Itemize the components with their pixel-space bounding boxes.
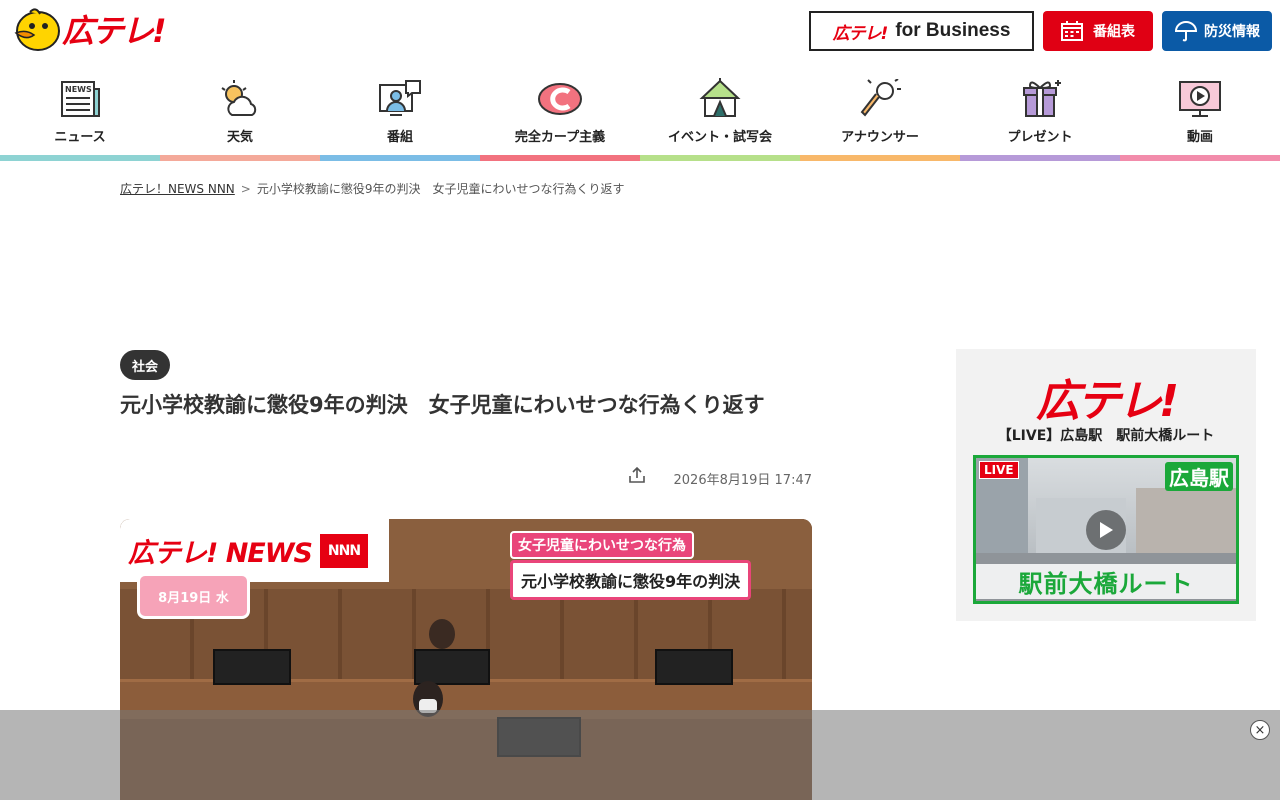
courtroom-monitor [414, 649, 490, 685]
nav-label: イベント・試写会 [667, 130, 772, 145]
ad-overlay [0, 710, 1280, 800]
disaster-label: 防災情報 [1204, 24, 1260, 40]
nav-item-news[interactable]: NEWS ニュース [0, 62, 160, 161]
breadcrumb: 広テレ！NEWS NNN > 元小学校教諭に懲役9年の判決 女子児童にわいせつな行為… [120, 180, 625, 197]
logo-text: 広テレ! [62, 12, 167, 50]
video-icon [1179, 81, 1221, 117]
nav-item-presents[interactable]: プレゼント [960, 62, 1120, 161]
site-logo[interactable]: 広テレ! [12, 4, 177, 54]
courtroom-monitor [213, 649, 291, 685]
nav-item-videos[interactable]: 動画 [1120, 62, 1280, 161]
business-label: for Business [895, 20, 1011, 41]
microphone-icon [860, 79, 901, 117]
nav-label: プレゼント [1007, 130, 1073, 145]
live-title[interactable]: 【LIVE】広島駅 駅前大橋ルート [956, 425, 1256, 445]
breadcrumb-home-link[interactable]: 広テレ！NEWS NNN [120, 182, 235, 196]
live-camera-widget[interactable]: 広テレ! 【LIVE】広島駅 駅前大橋ルート LIVE 広島駅 駅前大橋ルート [956, 349, 1256, 621]
breadcrumb-separator: > [240, 182, 251, 196]
sidebar-logo: 広テレ! [1035, 376, 1179, 427]
schedule-label: 番組表 [1093, 24, 1135, 40]
nav-item-carp[interactable]: 完全カープ主義 [480, 62, 640, 161]
nav-label: 完全カープ主義 [514, 130, 606, 145]
event-tent-icon [699, 78, 741, 117]
business-logo: 広テレ! [832, 23, 889, 44]
calendar-icon [1061, 21, 1083, 41]
nav-item-announcers[interactable]: アナウンサー [800, 62, 960, 161]
station-label: 広島駅 [1165, 462, 1233, 491]
date-badge: 8月19日 水 [137, 573, 250, 619]
site-header: 広テレ! 広テレ! for Business 番組表 防災情報 [0, 0, 1280, 62]
nav-label: 動画 [1186, 130, 1213, 145]
judge-figure [429, 619, 455, 649]
ad-close-button[interactable]: × [1250, 720, 1270, 740]
nav-color-bar [320, 155, 480, 161]
nav-color-bar [960, 155, 1120, 161]
carp-icon [538, 83, 582, 115]
nav-color-bar [800, 155, 960, 161]
nav-item-programs[interactable]: 番組 [320, 62, 480, 161]
route-label: 駅前大橋ルート [976, 564, 1236, 599]
main-nav: NEWS ニュース 天気 番組 完全カープ主義 イベント・試写会 アナウンサー … [0, 62, 1280, 161]
video-caption: 女子児童にわいせつな行為 元小学校教諭に懲役9年の判決 [510, 531, 796, 600]
category-badge[interactable]: 社会 [120, 350, 171, 380]
nav-color-bar [480, 155, 640, 161]
disaster-info-button[interactable]: 防災情報 [1162, 11, 1272, 51]
svg-text:NEWS: NEWS [65, 85, 92, 94]
program-schedule-button[interactable]: 番組表 [1043, 11, 1153, 51]
nav-label: アナウンサー [841, 130, 919, 145]
nav-label: ニュース [54, 130, 106, 145]
share-icon[interactable] [628, 466, 646, 484]
news-logo-text: 広テレ! NEWS [128, 538, 313, 569]
caption-main: 元小学校教諭に懲役9年の判決 [510, 560, 752, 600]
nav-item-events[interactable]: イベント・試写会 [640, 62, 800, 161]
program-icon [379, 80, 421, 116]
nnn-logo: NNN [319, 533, 368, 568]
mascot-chick-icon [14, 8, 60, 51]
nav-color-bar [160, 155, 320, 161]
publish-date: 2026年8月19日 17:47 [673, 473, 813, 488]
nav-color-bar [0, 155, 160, 161]
breadcrumb-current: 元小学校教諭に懲役9年の判決 女子児童にわいせつな行為くり返す [256, 182, 625, 196]
weather-icon [221, 80, 257, 116]
nav-color-bar [1120, 155, 1280, 161]
live-thumbnail[interactable]: LIVE 広島駅 駅前大橋ルート [973, 455, 1239, 604]
for-business-button[interactable]: 広テレ! for Business [809, 11, 1034, 51]
nav-item-weather[interactable]: 天気 [160, 62, 320, 161]
article-title: 元小学校教諭に懲役9年の判決 女子児童にわいせつな行為くり返す [120, 393, 765, 417]
gift-icon [1023, 80, 1061, 117]
caption-top: 女子児童にわいせつな行為 [510, 531, 694, 559]
nav-label: 番組 [386, 130, 413, 145]
nav-label: 天気 [226, 130, 253, 145]
umbrella-icon [1174, 21, 1198, 42]
live-tag: LIVE [979, 461, 1019, 479]
play-icon[interactable] [1086, 509, 1126, 550]
courtroom-monitor [655, 649, 733, 685]
nav-color-bar [640, 155, 800, 161]
newspaper-icon: NEWS [61, 81, 100, 117]
